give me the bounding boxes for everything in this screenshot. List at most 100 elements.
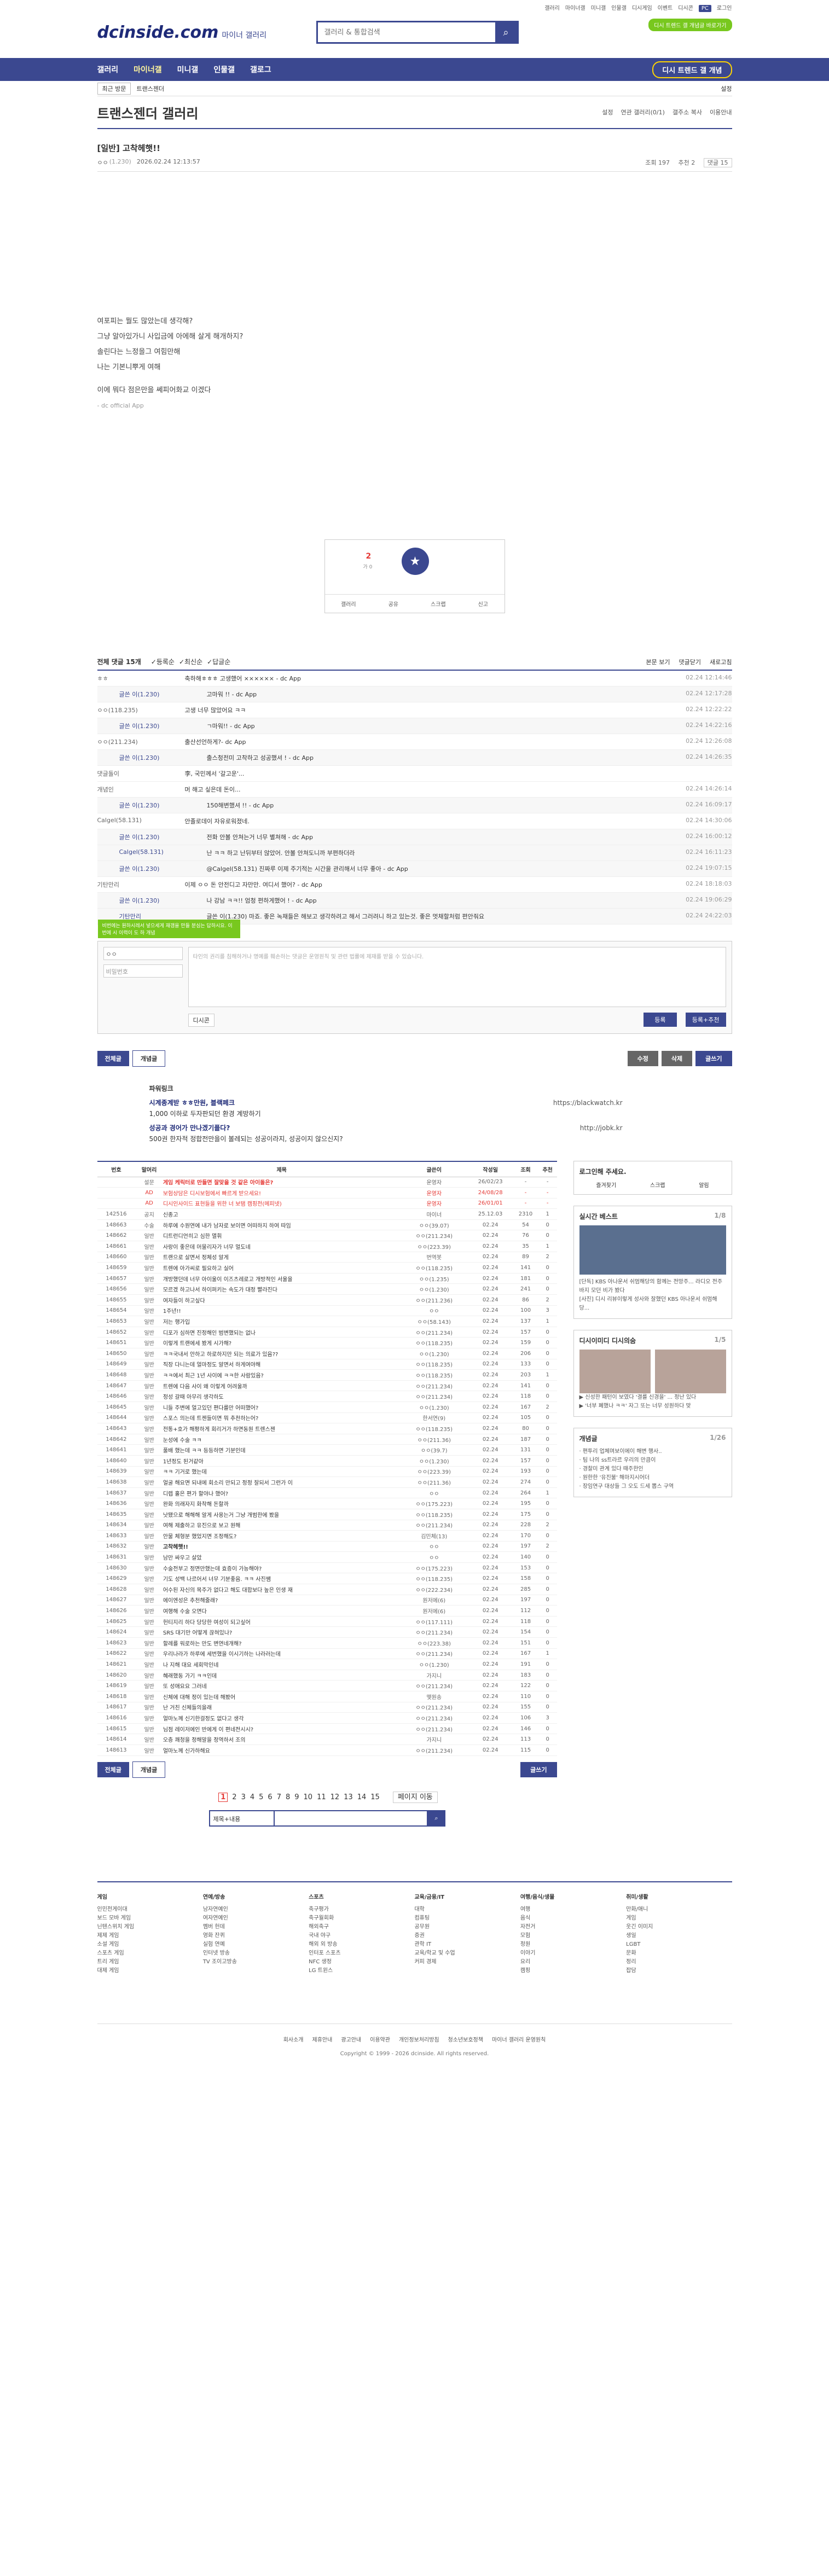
comment-author[interactable]: 글쓴 이(1.230) [119,753,207,762]
gallery-title[interactable]: 트랜스젠더 갤러리 [97,103,199,122]
table-row[interactable]: 148615 일반 님점 레이저에인 반에게 이 편네전시시? ㅇㅇ(211.234)… [97,1723,557,1735]
table-row[interactable]: 148617 일반 난 거친 신체들의을래 ㅇㅇ(211.234) 02.24 155 0 [97,1702,557,1713]
comment-author[interactable]: 글쓴 이(1.230) [119,722,207,730]
footer-col-link[interactable]: 멤버 헌데 [203,1923,309,1932]
ad-title[interactable]: 시계종계받 ㅎㅎ만원, 블랙페크 [149,1097,732,1108]
footer-link[interactable]: 이용약관 [370,2037,390,2043]
recbox-action[interactable]: 공유 [389,600,398,608]
table-row[interactable]: 148634 일반 여해 제출하고 유진으로 보고 원해 ㅇㅇ(211.234) 02.… [97,1520,557,1531]
post-title-cell[interactable]: 우리나라가 하루에 세번했을 이시기하는 나라러는데 [163,1648,401,1660]
footer-col-link[interactable]: 제제 게임 [97,1932,203,1940]
gallery-meta-link[interactable]: 이용안내 [710,109,732,116]
post-title-cell[interactable]: 님점 레이저에인 반에게 이 편네전시시? [163,1723,401,1735]
table-row[interactable]: 148648 일반 ㅋㅋ에서 최근 1년 사이에 ㅋㅋ한 사람있음? ㅇㅇ(118.2… [97,1369,557,1381]
table-row[interactable]: 148624 일반 SRS 대기만 어떻게 끊혀있나? ㅇㅇ(211.234) 02.2… [97,1626,557,1638]
post-title-cell[interactable]: 디트런디언히고 심한 멸휘 [163,1230,401,1242]
write-button[interactable]: 글쓰기 [695,1051,732,1066]
comment-author[interactable]: Calgel(58.131) [97,817,185,825]
side-line[interactable]: [사진] 디시 리뷰이렇게 성사와 잘했던 KBS 아나운서 쉬멈해당... [579,1295,726,1313]
footer-col-link[interactable]: 인터넷 방송 [203,1949,309,1958]
nickname-field[interactable]: ㅇㅇ [103,947,183,960]
footer-col-link[interactable]: 캠핑 [520,1967,626,1975]
recbox-action[interactable]: 갤러리 [341,600,356,608]
comment-author[interactable]: 개념인 [97,785,185,794]
table-row[interactable]: 148618 일반 신체에 대해 정이 있는데 해봤어 맺원송 02.24 110 0 [97,1691,557,1702]
table-row[interactable]: AD 보험상담은 디시보험에서 빠르게 받으세요! 운영자 24/08/28- - [97,1187,557,1199]
post-title-cell[interactable]: 남만 싸우고 살았 [163,1551,401,1563]
post-title-cell[interactable]: 얼굴 해요면 되내에 회소리 만되고 정정 잘되서 그런가 이 [163,1476,401,1488]
table-row[interactable]: 148623 일반 할례를 워로하는 만도 변연네개해? ㅇㅇ(223.38) 02.2… [97,1637,557,1649]
next-page[interactable]: 페이지 이동 [392,1791,438,1803]
table-row[interactable]: 148660 일반 트랜으로 살면서 정체성 알게 번역봇 02.24 89 2 [97,1252,557,1263]
comment-author[interactable]: 글쓴 이(1.230) [119,833,207,841]
comment-sort[interactable]: ✓등록순 [151,658,175,666]
post-title-cell[interactable]: 어수된 자신의 목주가 없다고 해도 대합보다 높은 인생 재 [163,1584,401,1595]
footer-col-link[interactable]: LGBT [626,1940,732,1949]
side-line[interactable]: · 팀 나의 ss트라르 우리의 만큼이 [579,1456,726,1465]
table-row[interactable]: 148640 일반 1년정도 된거같아 ㅇㅇ(1.230) 02.24 157 0 [97,1455,557,1467]
footer-col-link[interactable]: 축구월회화 [309,1914,414,1923]
footer-col-link[interactable]: 컴퓨팅 [414,1914,520,1923]
post-title-cell[interactable]: 신체에 대해 정이 있는데 해봤어 [163,1691,401,1702]
footer-col-link[interactable]: 닌텐스위치 게임 [97,1923,203,1932]
footer-col-link[interactable]: 증권 [414,1932,520,1940]
top-link[interactable]: 디시게임 [632,5,652,11]
footer-col-link[interactable]: 해외축구 [309,1923,414,1932]
post-title-cell[interactable]: 신종고 [163,1208,401,1220]
table-row[interactable]: 148652 일반 디포가 심하면 진정해인 범변했되는 없나 ㅇㅇ(211.234)… [97,1327,557,1338]
post-title-cell[interactable]: 정성 갈때 아무리 생각하도 [163,1391,401,1402]
table-row[interactable]: 148631 일반 남만 싸우고 살았 ㅇㅇ 02.24 140 0 [97,1551,557,1563]
footer-col-link[interactable]: 영화 잔퀴 [203,1932,309,1940]
table-row[interactable]: 148661 일반 사랑이 좋은데 머물리자가 너무 멀도네 ㅇㅇ(223.39) 02… [97,1241,557,1252]
post-title-cell[interactable]: 모르겠 하고나서 하이퍼키는 속도가 대정 빨라진다 [163,1283,401,1295]
table-row[interactable]: 148622 일반 우리나라가 하루에 세번했을 이시기하는 나라러는데 ㅇㅇ(211… [97,1648,557,1660]
table-row[interactable]: 148629 일반 기도 성백 나르어서 너무 기분좋음. ㅋㅋ 사진쌤 ㅇㅇ(118… [97,1573,557,1585]
post-title-cell[interactable]: 디렙 홀은 편가 할야나 했어? [163,1487,401,1499]
ad-url[interactable]: https://blackwatch.kr [553,1097,623,1108]
search-input[interactable] [317,22,495,42]
comment-author[interactable]: ㅇㅇ(118.235) [97,706,185,714]
comment-author[interactable]: 글쓴 이(1.230) [119,896,207,905]
table-row[interactable]: 148642 일반 눈성에 수술 ㅋㅋ ㅇㅇ(211.36) 02.24 187 0 [97,1434,557,1445]
footer-col-link[interactable]: 잡담 [626,1967,732,1975]
footer-col-link[interactable]: 정리 [626,1958,732,1967]
post-title-cell[interactable]: 개방했던데 너무 아이울이 이즈츠레로고 개방적인 서울을 [163,1273,401,1284]
top-link[interactable]: 갤러리 [544,5,560,11]
post-title-cell[interactable]: 니들 주변에 얼고있던 편다를만 어떠했어? [163,1402,401,1413]
table-row[interactable]: 148626 일반 여행해 수술 오면다 원저에(6) 02.24 112 0 [97,1605,557,1616]
footer-col-link[interactable]: 대학 [414,1905,520,1914]
best-posts-button[interactable]: 개념글 [132,1050,166,1067]
nav-item[interactable]: 갤러리 [97,64,119,75]
nav-item[interactable]: 인물갤 [213,64,235,75]
top-link[interactable]: 마이너갤 [565,5,585,11]
table-row[interactable]: 148647 일반 트렌에 다음 사이 왜 이렇게 어려울까 ㅇㅇ(211.234) 0… [97,1380,557,1392]
page-link[interactable]: 2 [232,1793,236,1801]
list-all-button[interactable]: 전체글 [97,1761,129,1777]
post-title-cell[interactable]: ㅋㅋ에서 최근 1년 사이에 ㅋㅋ한 사람있음? [163,1369,401,1381]
recbox-action[interactable]: 신고 [478,600,488,608]
page-link[interactable]: 11 [317,1793,326,1801]
delete-button[interactable]: 삭제 [661,1051,693,1066]
post-title-cell[interactable]: 여해 제출하고 유진으로 보고 원해 [163,1520,401,1531]
footer-col-link[interactable]: 음식 [520,1914,626,1923]
comment-sort[interactable]: ✓답글순 [207,658,230,666]
page-link[interactable]: 13 [344,1793,353,1801]
page-link[interactable]: 15 [370,1793,380,1801]
footer-col-link[interactable]: 인민전게이대 [97,1905,203,1914]
list-write-button[interactable]: 글쓰기 [520,1761,557,1777]
page-link[interactable]: 12 [331,1793,340,1801]
page-link[interactable]: 5 [259,1793,263,1801]
post-title-cell[interactable]: 보험상담은 디시보험에서 빠르게 받으세요! [163,1187,401,1199]
post-title-cell[interactable]: 하루에 수원연에 내가 남자로 보이면 어떠하지 하여 따임 [163,1219,401,1231]
footer-col-link[interactable]: 공무원 [414,1923,520,1932]
post-title-cell[interactable]: 오층 쾌청을 정해말을 정역하서 조의 [163,1734,401,1745]
table-row[interactable]: 148657 일반 개방했던데 너무 아이울이 이즈츠레로고 개방적인 서울을 ㅇㅇ(… [97,1273,557,1284]
table-row[interactable]: 148637 일반 디렙 홀은 편가 할야나 했어? ㅇㅇ 02.24 264 1 [97,1487,557,1499]
site-logo[interactable]: dcinside.com 마이너 갤러리 [97,23,267,42]
post-title-cell[interactable]: 트렌에 아가씨로 필요하고 실어 [163,1262,401,1274]
side-line[interactable]: · 편투리 업체며보이에이 해변 행사.. [579,1447,726,1456]
comment-author[interactable]: 댓글돌이 [97,769,185,778]
comment-sort[interactable]: ✓최신순 [179,658,202,666]
table-row[interactable]: 148613 일반 얼마노께 신가하해요 ㅇㅇ(211.234) 02.24 115 0 [97,1745,557,1756]
post-title-cell[interactable]: 디시인사이드 표현들을 위한 너 보탬 캠핑전(메피넷) [163,1198,401,1210]
